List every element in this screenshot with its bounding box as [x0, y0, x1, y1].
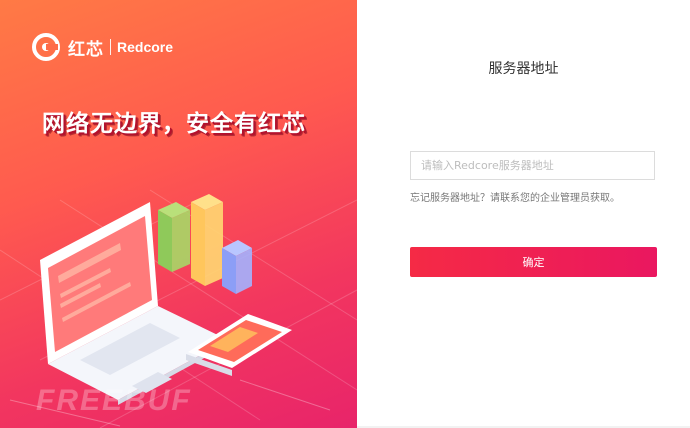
promo-slogan: 网络无边界，安全有红芯 — [42, 111, 306, 137]
brand-logo: 红芯 Redcore — [32, 32, 173, 62]
brand-separator — [110, 39, 111, 55]
server-form-panel: 服务器地址 忘记服务器地址？请联系您的企业管理员获取。 确定 — [357, 0, 690, 428]
promo-panel: 红芯 Redcore 网络无边界，安全有红芯 FREEBUF — [0, 0, 357, 428]
brand-name-cn: 红芯 — [68, 39, 104, 60]
confirm-button[interactable]: 确定 — [410, 247, 657, 277]
login-window: 红芯 Redcore 网络无边界，安全有红芯 FREEBUF 服务器地址 请输入… — [0, 0, 690, 428]
server-address-input[interactable] — [410, 151, 655, 180]
bar-chart-blocks — [158, 194, 252, 294]
brand-name-en: Redcore — [117, 39, 174, 55]
form-title: 服务器地址 — [488, 61, 559, 77]
smartphone — [186, 314, 292, 376]
freebuf-watermark: FREEBUF — [36, 384, 192, 417]
redcore-ring-icon — [32, 33, 60, 61]
forgot-address-hint: 忘记服务器地址？请联系您的企业管理员获取。 — [410, 193, 620, 204]
